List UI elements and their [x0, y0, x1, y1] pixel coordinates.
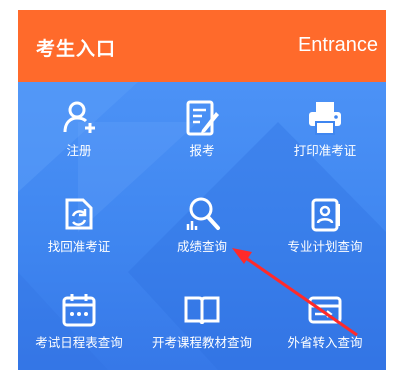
id-card-icon	[311, 198, 340, 232]
menu-item-label: 考试日程表查询	[35, 335, 123, 350]
menu-item-label: 注册	[66, 143, 92, 158]
panel-header: 考生入口 Entrance	[18, 10, 386, 82]
calendar-icon	[62, 294, 96, 327]
menu-grid-area: 注册 报考 打印准考证 找回准考证 成绩查询 专业计划查询 考试日程表查询 开考…	[18, 82, 386, 370]
menu-item-print-admission[interactable]: 打印准考证	[264, 82, 386, 174]
panel-subtitle: Entrance	[297, 34, 378, 56]
form-edit-icon	[186, 100, 219, 136]
entrance-panel: 考生入口 Entrance 注册 报考 打印准考证 找回准考证 成绩查询 专业计…	[18, 10, 386, 370]
card-transfer-icon	[308, 296, 342, 324]
menu-item-transfer-in-query[interactable]: 外省转入查询	[264, 274, 386, 366]
retrieve-doc-icon	[65, 198, 93, 230]
menu-item-major-plan-query[interactable]: 专业计划查询	[264, 178, 386, 270]
menu-item-label: 找回准考证	[47, 239, 111, 254]
menu-item-label: 外省转入查询	[287, 335, 363, 350]
menu-item-label: 开考课程教材查询	[151, 335, 252, 350]
menu-item-label: 报考	[189, 143, 215, 158]
book-icon	[184, 296, 220, 325]
menu-item-retrieve-admission[interactable]: 找回准考证	[18, 178, 140, 270]
user-add-icon	[63, 101, 95, 133]
printer-icon	[309, 102, 341, 135]
menu-item-register[interactable]: 注册	[18, 82, 140, 174]
menu-item-label: 成绩查询	[176, 239, 227, 254]
menu-item-apply[interactable]: 报考	[141, 82, 263, 174]
menu-item-label: 专业计划查询	[287, 239, 363, 254]
menu-grid: 注册 报考 打印准考证 找回准考证 成绩查询 专业计划查询 考试日程表查询 开考…	[18, 82, 386, 370]
menu-item-score-query[interactable]: 成绩查询	[141, 178, 263, 270]
panel-title: 考生入口	[36, 38, 117, 60]
search-person-icon	[186, 197, 220, 230]
menu-item-course-textbook-query[interactable]: 开考课程教材查询	[141, 274, 263, 366]
menu-item-exam-schedule-query[interactable]: 考试日程表查询	[18, 274, 140, 366]
menu-item-label: 打印准考证	[293, 143, 357, 158]
